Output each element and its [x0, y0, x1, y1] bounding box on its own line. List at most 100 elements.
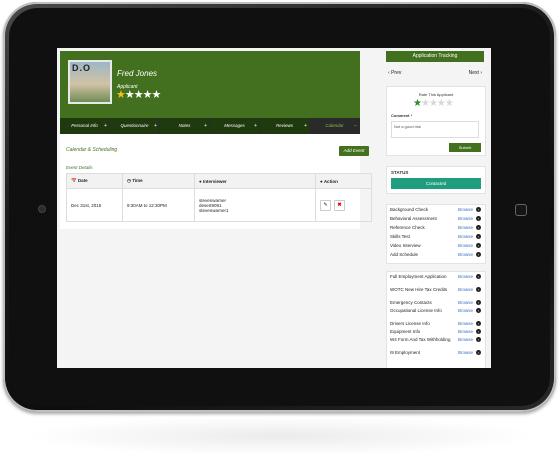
column-header-action: ● Action: [315, 173, 372, 189]
browse-link[interactable]: Browse: [458, 274, 473, 279]
checks-list: Background Check Browse › Behavioral Assess…: [386, 204, 486, 264]
avatar: D.O: [68, 60, 112, 104]
status-contacted-button[interactable]: Contacted: [391, 178, 481, 189]
star-icon[interactable]: ★: [413, 98, 422, 109]
tab-questionnaire[interactable]: Questionnaire +: [110, 118, 160, 134]
applicant-pager: ‹ Prev Next ›: [386, 70, 484, 80]
star-icon[interactable]: ★: [429, 98, 438, 109]
browse-link[interactable]: Browse: [458, 300, 473, 305]
arrow-right-circle-icon[interactable]: ›: [476, 350, 481, 355]
arrow-right-circle-icon[interactable]: ›: [476, 207, 481, 212]
arrow-right-circle-icon[interactable]: ›: [476, 329, 481, 334]
arrow-right-circle-icon[interactable]: ›: [476, 243, 481, 248]
list-item-label: I9 Employment: [390, 350, 421, 355]
browse-link[interactable]: Browse: [458, 337, 473, 342]
camera-icon: [38, 205, 46, 213]
add-event-button[interactable]: Add Event: [339, 146, 369, 156]
expand-icon: +: [304, 123, 307, 129]
tab-notes[interactable]: Notes +: [160, 118, 210, 134]
required-marker: *: [410, 113, 413, 118]
browse-link[interactable]: Browse: [458, 252, 473, 257]
arrow-right-circle-icon[interactable]: ›: [476, 300, 481, 305]
tab-reviews[interactable]: Reviews +: [260, 118, 310, 134]
list-item: Background Check Browse ›: [387, 207, 485, 213]
tab-personal-info[interactable]: Personal Info +: [60, 118, 110, 134]
list-item: Video Interview Browse ›: [387, 243, 485, 249]
avatar-text: D.O: [72, 63, 92, 73]
list-item: Full Employment Application Browse ›: [387, 274, 485, 284]
event-actions: ✎ ✖: [315, 188, 372, 222]
browse-link[interactable]: Browse: [458, 234, 473, 239]
delete-x-icon[interactable]: ✖: [334, 199, 345, 211]
list-item-label: Background Check: [390, 207, 429, 212]
submit-button[interactable]: Submit: [449, 143, 481, 152]
tab-label: Reviews: [275, 123, 293, 128]
event-date: Dec 31st, 2015: [66, 188, 123, 222]
event-interviewers: stevenwarner desert9091 stevenwarner1: [194, 188, 316, 222]
star-icon: ★: [116, 89, 126, 101]
expand-icon: +: [154, 123, 157, 129]
list-item: Equipment Info Browse ›: [387, 329, 485, 334]
list-item-label: Equipment Info: [390, 329, 421, 334]
star-icon[interactable]: ★: [421, 98, 430, 109]
next-button[interactable]: Next ›: [469, 70, 482, 76]
app-screen: D.O Fred Jones Applicant ★★★★★ Personal …: [57, 48, 491, 368]
applicant-card: D.O Fred Jones Applicant ★★★★★ Personal …: [60, 51, 372, 229]
interviewer-name: stevenwarner1: [199, 207, 229, 213]
star-icon[interactable]: ★: [437, 98, 446, 109]
list-item-label: Skills Test: [390, 234, 410, 239]
application-tracking-button[interactable]: Application Tracking: [386, 51, 484, 62]
arrow-right-circle-icon[interactable]: ›: [476, 234, 481, 239]
browse-link[interactable]: Browse: [458, 308, 473, 313]
list-item: W4 Form And Tax Withholding Browse ›: [387, 337, 485, 347]
list-item: Behavioral Assessment Browse ›: [387, 216, 485, 222]
expand-icon: +: [204, 123, 207, 129]
user-icon: ●: [320, 178, 323, 184]
prev-button[interactable]: ‹ Prev: [388, 70, 401, 76]
forms-list: Full Employment Application Browse › WOTC N…: [386, 271, 486, 368]
arrow-right-circle-icon[interactable]: ›: [476, 308, 481, 313]
rating-panel: Rate This Applicant ★★★★★ Comment * Not …: [386, 86, 486, 156]
arrow-right-circle-icon[interactable]: ›: [476, 225, 481, 230]
star-icon: ★: [151, 89, 162, 101]
edit-pencil-icon[interactable]: ✎: [320, 199, 331, 211]
comment-label: Comment *: [391, 113, 413, 118]
column-header-date: 📅 Date: [66, 173, 123, 189]
browse-link[interactable]: Browse: [458, 329, 473, 334]
star-icon[interactable]: ★: [445, 98, 454, 109]
list-item-label: WOTC New Hire Tax Credits: [390, 287, 448, 292]
tab-calendar[interactable]: Calendar −: [310, 118, 360, 134]
list-item-label: Drivers License Info: [390, 321, 430, 326]
browse-link[interactable]: Browse: [458, 207, 473, 212]
arrow-right-circle-icon[interactable]: ›: [476, 287, 481, 292]
chevron-left-icon: ‹: [388, 70, 390, 76]
column-header-interviewer: ● Interviewer: [194, 173, 316, 189]
browse-link[interactable]: Browse: [458, 225, 473, 230]
browse-link[interactable]: Browse: [458, 216, 473, 221]
status-panel: STATUS Contacted: [386, 166, 486, 194]
list-item: WOTC New Hire Tax Credits Browse ›: [387, 287, 485, 297]
status-title: STATUS: [391, 170, 409, 175]
browse-link[interactable]: Browse: [458, 350, 473, 355]
tab-messages[interactable]: Messages +: [210, 118, 260, 134]
list-item: Emergency Contacts Browse ›: [387, 300, 485, 305]
tab-label: Messages: [224, 123, 245, 128]
arrow-right-circle-icon[interactable]: ›: [476, 337, 481, 342]
browse-link[interactable]: Browse: [458, 321, 473, 326]
event-time: 9:30AM to 12:30PM: [122, 188, 195, 222]
list-item-label: W4 Form And Tax Withholding: [390, 337, 451, 342]
arrow-right-circle-icon[interactable]: ›: [476, 321, 481, 326]
browse-link[interactable]: Browse: [458, 287, 473, 292]
clock-icon: ◷: [127, 178, 131, 183]
arrow-right-circle-icon[interactable]: ›: [476, 216, 481, 221]
comment-input[interactable]: Not a good risk: [391, 121, 479, 138]
arrow-right-circle-icon[interactable]: ›: [476, 274, 481, 279]
home-button-icon: [515, 204, 527, 216]
browse-link[interactable]: Browse: [458, 243, 473, 248]
applicant-name: Fred Jones: [117, 69, 158, 78]
rate-stars[interactable]: ★★★★★: [413, 98, 454, 109]
chevron-right-icon: ›: [480, 70, 482, 76]
arrow-right-circle-icon[interactable]: ›: [476, 252, 481, 257]
list-item-label: Full Employment Application: [390, 274, 447, 279]
tablet-shadow: [20, 416, 540, 456]
